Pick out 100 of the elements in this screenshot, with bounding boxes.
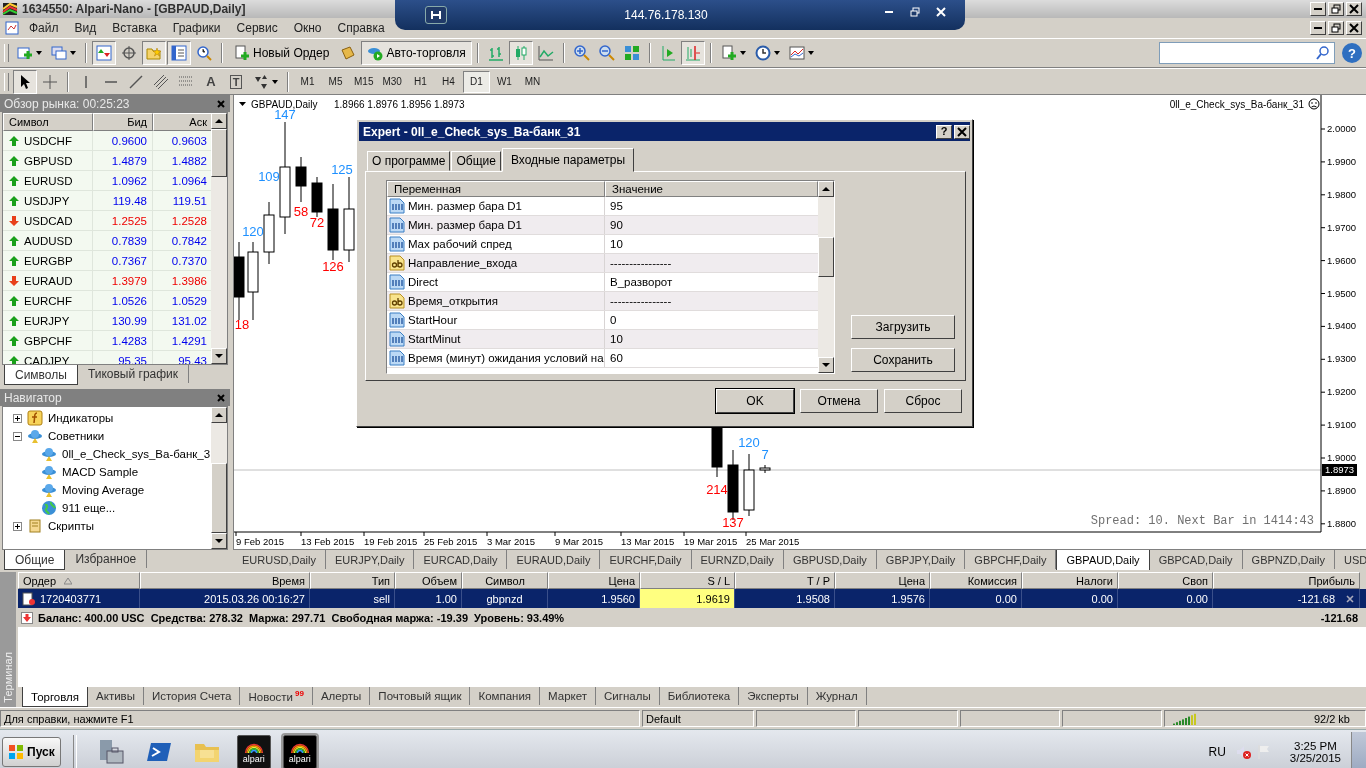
timeframe-button[interactable]: M1 (294, 70, 321, 93)
symbol-cell[interactable]: CADJPY (24, 354, 70, 364)
column-header[interactable]: Время (140, 572, 310, 589)
parameter-value[interactable]: 90 (605, 216, 818, 234)
menu-item[interactable]: Графики (165, 21, 228, 35)
symbol-cell[interactable]: USDJPY (24, 194, 70, 207)
tab[interactable]: Общие (451, 151, 501, 171)
tree-item[interactable]: Moving Average (62, 484, 145, 496)
tab[interactable]: Символы (4, 365, 78, 385)
tree-item[interactable]: Скрипты (48, 520, 94, 532)
column-header[interactable]: Налоги (1022, 572, 1118, 589)
start-button[interactable]: Пуск (2, 737, 61, 767)
dialog-button[interactable]: Сохранить (851, 348, 955, 372)
dialog-button[interactable]: Сброс (884, 389, 962, 413)
chart-tab[interactable]: GBPNZD,Daily (1242, 550, 1335, 569)
tab[interactable]: Торговля (22, 687, 89, 707)
parameter-value[interactable]: 0 (605, 311, 818, 329)
menu-item[interactable]: Вставка (105, 21, 164, 35)
language-indicator[interactable]: RU (1208, 745, 1226, 759)
expander-icon[interactable] (13, 521, 22, 531)
chart-tab[interactable]: EURAUD,Daily (507, 550, 601, 569)
menu-item[interactable]: Сервис (229, 21, 285, 35)
restore-button[interactable] (1328, 2, 1344, 16)
search-field[interactable] (1159, 42, 1335, 64)
tab[interactable]: Активы (88, 687, 144, 705)
symbol-cell[interactable]: USDCAD (24, 214, 73, 227)
terminal-button[interactable] (167, 41, 191, 65)
parameter-value[interactable]: ---------------- (605, 292, 818, 310)
parameter-value[interactable]: 10 (605, 235, 818, 253)
tree-item[interactable]: 0ll_e_Check_sys_Ва-банк_3 (62, 448, 211, 460)
chart-tab[interactable]: GBPJPY,Daily (876, 550, 966, 569)
symbol-cell[interactable]: EURUSD (24, 174, 73, 187)
timeframe-button[interactable]: H1 (406, 70, 434, 93)
symbol-cell[interactable]: EURCHF (24, 294, 72, 307)
dialog-button[interactable]: Отмена (800, 389, 878, 413)
expander-icon[interactable] (13, 431, 22, 441)
autotrading-button[interactable]: Авто-торговля (361, 41, 472, 65)
menu-item[interactable]: Вид (67, 21, 104, 35)
tree-item[interactable]: MACD Sample (62, 466, 139, 478)
minimize-button[interactable] (1310, 21, 1326, 35)
tab[interactable]: История Счета (143, 687, 241, 705)
timeframe-button[interactable]: MN (518, 70, 546, 93)
symbol-cell[interactable]: USDCHF (24, 134, 72, 147)
column-header[interactable]: Значение (605, 181, 818, 197)
close-icon[interactable] (216, 392, 226, 403)
timeframe-button[interactable]: H4 (434, 70, 462, 93)
close-icon[interactable] (1345, 593, 1355, 604)
cursor-button[interactable] (13, 69, 37, 94)
tab[interactable]: Маркет (540, 687, 597, 705)
chart-tab[interactable]: USD (1334, 550, 1366, 569)
dialog-button[interactable]: Загрузить (851, 315, 955, 339)
tab[interactable]: Компания (470, 687, 541, 705)
tab[interactable]: Избранное (65, 550, 148, 568)
tab[interactable]: О программе (367, 151, 451, 171)
timeframe-button[interactable]: M30 (378, 70, 406, 93)
menu-triangle-icon[interactable] (239, 102, 246, 106)
help-button[interactable]: ? (936, 124, 952, 139)
parameter-value[interactable]: 60 (605, 349, 818, 367)
parameter-value[interactable]: ---------------- (605, 254, 818, 272)
parameter-value[interactable]: В_разворот (605, 273, 818, 291)
column-header[interactable]: T / P (735, 572, 835, 589)
tab[interactable]: Алерты (312, 687, 371, 705)
scrollbar[interactable] (211, 407, 227, 549)
navigator-button[interactable] (142, 41, 166, 65)
menu-item[interactable]: Окно (286, 21, 329, 35)
chart-tab[interactable]: EURCHF,Daily (600, 550, 692, 569)
tree-item[interactable]: 911 еще... (62, 502, 116, 514)
column-header[interactable]: Цена (835, 572, 930, 589)
tree-item[interactable]: Советники (48, 430, 105, 442)
tree-item[interactable]: Индикаторы (48, 412, 114, 424)
column-header[interactable]: Бид (93, 113, 153, 131)
chart-tab[interactable]: GBPCAD,Daily (1149, 550, 1243, 569)
tab[interactable]: Почтовый ящик (370, 687, 471, 705)
text-label-button[interactable]: T (224, 69, 248, 94)
symbol-cell[interactable]: EURGBP (24, 254, 73, 267)
dialog-button[interactable]: OK (716, 389, 794, 413)
column-header[interactable]: Прибыль (1213, 572, 1360, 589)
close-button[interactable] (954, 124, 970, 139)
column-header[interactable]: Объем (395, 572, 462, 589)
timeframe-button[interactable]: D1 (462, 70, 490, 93)
symbol-cell[interactable]: EURAUD (24, 274, 73, 287)
close-button[interactable] (1346, 2, 1362, 16)
candlestick-chart-button[interactable] (508, 41, 533, 65)
chart-tab[interactable]: EURUSD,Daily (233, 550, 326, 569)
column-header[interactable]: Символ (462, 572, 548, 589)
tab[interactable]: Общие (4, 550, 66, 570)
column-header[interactable]: Тип (310, 572, 395, 589)
parameter-value[interactable]: 95 (605, 197, 818, 215)
timeframe-button[interactable]: M15 (350, 70, 378, 93)
timeframe-button[interactable]: W1 (490, 70, 518, 93)
column-header[interactable]: S / L (640, 572, 735, 589)
symbol-cell[interactable]: GBPCHF (24, 334, 72, 347)
scroll-thumb[interactable] (818, 237, 834, 277)
symbol-cell[interactable]: GBPUSD (24, 154, 73, 167)
restore-button[interactable] (1328, 21, 1344, 35)
column-header[interactable]: Своп (1118, 572, 1213, 589)
scrollbar[interactable] (818, 181, 834, 373)
chart-tab[interactable]: EURNZD,Daily (691, 550, 784, 569)
symbol-cell[interactable]: AUDUSD (24, 234, 73, 247)
speaker-muted-icon[interactable] (1235, 744, 1252, 760)
